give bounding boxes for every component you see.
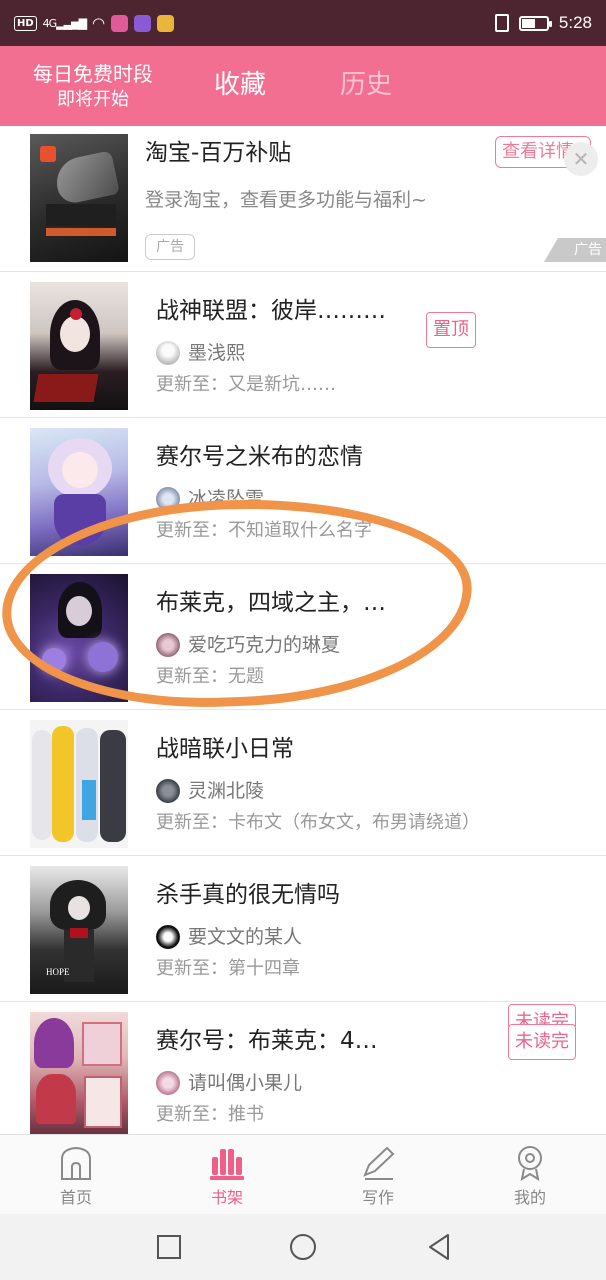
bottom-navigation: 首页 书架 写作 我的 xyxy=(0,1134,606,1214)
clock: 5:28 xyxy=(558,13,592,32)
book-author: 请叫偶小果儿 xyxy=(188,1072,303,1094)
avatar xyxy=(156,1071,180,1095)
ad-tag: 广告 xyxy=(145,234,195,260)
signal-icon: 4G▂▃▅▇ xyxy=(42,16,87,30)
vibrate-icon xyxy=(494,14,509,32)
avatar xyxy=(156,487,180,511)
pinned-badge[interactable]: 置顶 xyxy=(426,312,476,348)
wifi-icon: ◠ xyxy=(92,14,106,32)
book-cover xyxy=(30,720,128,848)
book-update: 更新至：无题 xyxy=(156,666,264,687)
book-author: 要文文的某人 xyxy=(188,926,303,948)
book-title: 杀手真的很无情吗 xyxy=(156,882,340,908)
book-cover xyxy=(30,282,128,410)
author-row: 灵渊北陵 xyxy=(156,778,264,804)
close-icon[interactable]: ✕ xyxy=(564,142,598,176)
book-cover xyxy=(30,1012,128,1134)
author-row: 墨浅熙 xyxy=(156,340,245,366)
book-item[interactable]: 赛尔号之米布的恋情 冰凌坠雪 更新至：不知道取什么名字 xyxy=(0,418,606,564)
book-update: 更新至：不知道取什么名字 xyxy=(156,520,372,541)
free-slot-status: 即将开始 xyxy=(57,89,129,110)
book-item[interactable]: 赛尔号：布莱克：4… 请叫偶小果儿 更新至：推书 未读完 xyxy=(0,1002,606,1134)
ad-item[interactable]: 淘宝-百万补贴 登录淘宝，查看更多功能与福利~ 广告 查看详情 ✕ 广告 xyxy=(0,126,606,272)
nav-write-label: 写作 xyxy=(361,1188,394,1207)
nav-bookshelf-label: 书架 xyxy=(210,1188,243,1207)
nav-bookshelf[interactable]: 书架 xyxy=(167,1135,287,1215)
nav-profile[interactable]: 我的 xyxy=(470,1135,590,1215)
book-title: 赛尔号：布莱克：4… xyxy=(156,1028,378,1054)
system-navigation-bar xyxy=(0,1214,606,1280)
book-title: 布莱克，四域之主，… xyxy=(156,590,386,616)
book-title: 战暗联小日常 xyxy=(156,736,294,762)
home-icon xyxy=(61,1146,91,1180)
nav-write[interactable]: 写作 xyxy=(318,1135,438,1215)
bookshelf-list[interactable]: 淘宝-百万补贴 登录淘宝，查看更多功能与福利~ 广告 查看详情 ✕ 广告 战神联… xyxy=(0,126,606,1134)
avatar xyxy=(156,341,180,365)
book-author: 灵渊北陵 xyxy=(188,780,265,802)
ad-description: 登录淘宝，查看更多功能与福利~ xyxy=(145,189,427,211)
app-notification-icon xyxy=(111,14,129,32)
book-update: 更新至：第十四章 xyxy=(156,958,300,979)
book-author: 墨浅熙 xyxy=(188,342,246,364)
book-author: 冰凌坠雪 xyxy=(188,488,265,510)
nav-profile-label: 我的 xyxy=(513,1188,546,1207)
book-item[interactable]: 战神联盟：彼岸……… 墨浅熙 更新至：又是新坑…… 置顶 xyxy=(0,272,606,418)
book-cover: HOPE xyxy=(30,866,128,994)
book-author: 爱吃巧克力的琳夏 xyxy=(188,634,341,656)
ad-title: 淘宝-百万补贴 xyxy=(145,140,292,166)
book-item[interactable]: 战暗联小日常 灵渊北陵 更新至：卡布文（布女文，布男请绕道） xyxy=(0,710,606,856)
author-row: 请叫偶小果儿 xyxy=(156,1070,302,1096)
avatar xyxy=(156,779,180,803)
author-row: 要文文的某人 xyxy=(156,924,302,950)
status-bar: HD 4G▂▃▅▇ ◠ 5:28 xyxy=(0,0,606,46)
tab-favorites[interactable]: 收藏 xyxy=(214,68,266,102)
bookshelf-icon xyxy=(210,1149,244,1180)
book-item[interactable]: HOPE 杀手真的很无情吗 要文文的某人 更新至：第十四章 未读完 xyxy=(0,856,606,1040)
book-item[interactable]: 布莱克，四域之主，… 爱吃巧克力的琳夏 更新至：无题 xyxy=(0,564,606,710)
cover-text: HOPE xyxy=(46,967,70,977)
ad-mark: 广告 xyxy=(544,238,606,262)
book-update: 更新至：又是新坑…… xyxy=(156,374,336,395)
nav-home[interactable]: 首页 xyxy=(16,1135,136,1215)
battery-icon xyxy=(518,15,552,31)
free-slot-title: 每日免费时段 xyxy=(33,62,153,86)
recent-apps-icon[interactable] xyxy=(154,1232,184,1262)
pen-icon xyxy=(363,1146,395,1180)
book-title: 战神联盟：彼岸……… xyxy=(156,298,386,324)
avatar xyxy=(156,633,180,657)
hd-badge: HD xyxy=(14,15,37,31)
game-notification-icon xyxy=(157,14,175,32)
back-icon[interactable] xyxy=(424,1232,454,1262)
book-update: 更新至：推书 xyxy=(156,1104,264,1125)
home-button-icon[interactable] xyxy=(288,1232,318,1262)
profile-icon xyxy=(518,1146,542,1181)
free-time-slot-button[interactable]: 每日免费时段 即将开始 xyxy=(18,60,168,112)
author-row: 冰凌坠雪 xyxy=(156,486,264,512)
app-header: 每日免费时段 即将开始 收藏 历史 xyxy=(0,46,606,126)
book-cover xyxy=(30,428,128,556)
book-update: 更新至：卡布文（布女文，布男请绕道） xyxy=(156,812,480,833)
ad-image xyxy=(30,134,128,262)
book-title: 赛尔号之米布的恋情 xyxy=(156,444,363,470)
unread-badge[interactable]: 未读完 xyxy=(508,1024,576,1060)
network-type: 4G xyxy=(42,16,57,30)
avatar xyxy=(156,925,180,949)
music-notification-icon xyxy=(134,14,152,32)
ad-mark-label: 广告 xyxy=(574,242,602,258)
book-cover xyxy=(30,574,128,702)
nav-home-label: 首页 xyxy=(59,1188,92,1207)
tab-history[interactable]: 历史 xyxy=(340,68,392,102)
author-row: 爱吃巧克力的琳夏 xyxy=(156,632,340,658)
